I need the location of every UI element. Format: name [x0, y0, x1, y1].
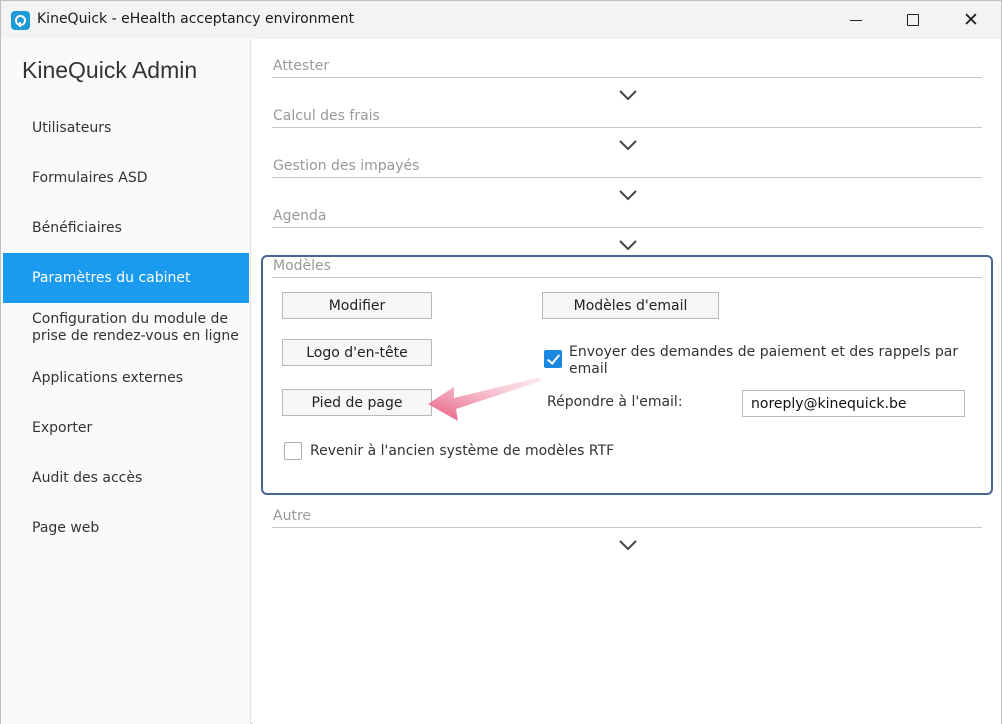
minimize-icon — [850, 19, 862, 21]
section-attester-header[interactable]: Attester — [272, 56, 982, 78]
section-label: Gestion des impayés — [273, 158, 420, 174]
sidebar-item-audit-des-acces[interactable]: Audit des accès — [3, 453, 249, 503]
close-button[interactable]: ✕ — [942, 1, 1000, 39]
title-bar: KineQuick - eHealth acceptancy environme… — [1, 1, 1001, 39]
section-label: Attester — [273, 58, 330, 74]
sidebar-item-label: Audit des accès — [32, 469, 143, 486]
sidebar-item-parametres-du-cabinet[interactable]: Paramètres du cabinet — [3, 253, 249, 303]
modifier-button[interactable]: Modifier — [282, 292, 432, 319]
sidebar-item-label: Formulaires ASD — [32, 169, 148, 186]
send-payment-requests-checkbox[interactable] — [544, 350, 562, 368]
section-label: Modèles — [273, 258, 331, 274]
reply-email-label: Répondre à l'email: — [547, 394, 683, 410]
sidebar-item-label: Applications externes — [32, 369, 184, 386]
sidebar-item-label: Configuration du module de prise de rend… — [32, 311, 239, 344]
expand-agenda-chevron-icon[interactable] — [618, 235, 638, 255]
section-label: Autre — [273, 508, 312, 524]
close-icon: ✕ — [963, 9, 979, 31]
sidebar-item-label: Paramètres du cabinet — [32, 269, 191, 286]
main-panel: Attester Calcul des frais Gestion des im… — [252, 39, 1001, 724]
section-label: Agenda — [273, 208, 327, 224]
reply-email-input[interactable] — [742, 390, 965, 417]
sidebar: KineQuick Admin Utilisateurs Formulaires… — [1, 39, 251, 724]
kinequick-logo-icon — [11, 11, 30, 30]
sidebar-item-applications-externes[interactable]: Applications externes — [3, 353, 249, 403]
window-title: KineQuick - eHealth acceptancy environme… — [37, 11, 355, 27]
section-autre-header[interactable]: Autre — [272, 506, 982, 528]
section-modeles-header[interactable]: Modèles — [272, 256, 982, 278]
pied-de-page-button[interactable]: Pied de page — [282, 389, 432, 416]
section-agenda-header[interactable]: Agenda — [272, 206, 982, 228]
modeles-email-button[interactable]: Modèles d'email — [542, 292, 719, 319]
expand-gestion-des-impayes-chevron-icon[interactable] — [618, 185, 638, 205]
sidebar-item-configuration-rendez-vous[interactable]: Configuration du module de prise de rend… — [3, 303, 249, 353]
send-payment-requests-label: Envoyer des demandes de paiement et des … — [569, 344, 959, 377]
rtf-system-checkbox[interactable] — [284, 442, 302, 460]
expand-calcul-des-frais-chevron-icon[interactable] — [618, 135, 638, 155]
sidebar-item-formulaires-asd[interactable]: Formulaires ASD — [3, 153, 249, 203]
section-gestion-des-impayes-header[interactable]: Gestion des impayés — [272, 156, 982, 178]
sidebar-item-label: Page web — [32, 519, 100, 536]
expand-attester-chevron-icon[interactable] — [618, 85, 638, 105]
section-calcul-des-frais-header[interactable]: Calcul des frais — [272, 106, 982, 128]
sidebar-item-exporter[interactable]: Exporter — [3, 403, 249, 453]
maximize-icon — [907, 14, 919, 26]
app-window: KineQuick - eHealth acceptancy environme… — [0, 0, 1002, 724]
sidebar-item-label: Exporter — [32, 419, 93, 436]
sidebar-item-page-web[interactable]: Page web — [3, 503, 249, 553]
expand-autre-chevron-icon[interactable] — [618, 535, 638, 555]
rtf-system-label: Revenir à l'ancien système de modèles RT… — [310, 443, 615, 459]
sidebar-item-beneficiaires[interactable]: Bénéficiaires — [3, 203, 249, 253]
logo-en-tete-button[interactable]: Logo d'en-tête — [282, 339, 432, 366]
sidebar-item-label: Utilisateurs — [32, 119, 112, 136]
minimize-button[interactable] — [827, 1, 885, 39]
sidebar-item-label: Bénéficiaires — [32, 219, 122, 236]
section-label: Calcul des frais — [273, 108, 380, 124]
sidebar-item-utilisateurs[interactable]: Utilisateurs — [3, 103, 249, 153]
maximize-button[interactable] — [884, 1, 942, 39]
sidebar-title: KineQuick Admin — [22, 57, 198, 83]
